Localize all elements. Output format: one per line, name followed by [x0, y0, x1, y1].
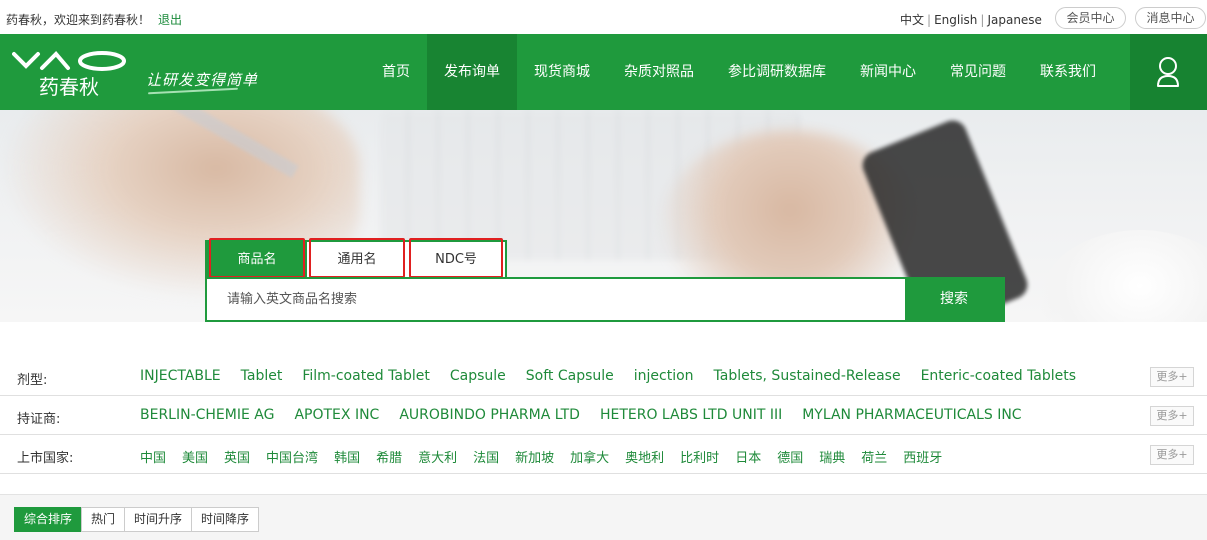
nav-news-center[interactable]: 新闻中心 [843, 34, 933, 110]
logout-link[interactable]: 退出 [158, 11, 182, 28]
filter-option[interactable]: 荷兰 [861, 447, 887, 466]
filter-option[interactable]: 英国 [224, 447, 250, 466]
filter-option[interactable]: 希腊 [376, 447, 402, 466]
main-header: 药春秋 让研发变得简单 首页 发布询单 现货商城 杂质对照品 参比调研数据库 新… [0, 34, 1207, 110]
tab-brand-name[interactable]: 商品名 [207, 238, 307, 278]
message-center-button[interactable]: 消息中心 [1135, 7, 1206, 29]
logo-o-shape [78, 51, 126, 71]
filter-option[interactable]: INJECTABLE [140, 368, 221, 384]
filter-option[interactable]: Enteric-coated Tablets [921, 368, 1076, 384]
filter-option[interactable]: 比利时 [680, 447, 719, 466]
filter-values-holder: BERLIN-CHEMIE AG APOTEX INC AUROBINDO PH… [140, 407, 1042, 423]
search-bar: 搜索 [205, 277, 1005, 322]
filter-label-dosage: 剂型: [17, 373, 48, 388]
sort-options: 综合排序 热门 时间升序 时间降序 [14, 507, 260, 532]
filter-row-holder: 持证商: BERLIN-CHEMIE AG APOTEX INC AUROBIN… [0, 396, 1207, 435]
sort-comprehensive[interactable]: 综合排序 [14, 507, 83, 532]
top-bar: 药春秋，欢迎来到药春秋！ 退出 中文 | English | Japanese 会员中心… [0, 0, 1207, 34]
search-tabs: 商品名 通用名 NDC号 [205, 238, 507, 278]
filter-label-holder: 持证商: [17, 412, 61, 427]
filter-option[interactable]: 西班牙 [903, 447, 942, 466]
filter-option[interactable]: 意大利 [418, 447, 457, 466]
filter-option[interactable]: 奥地利 [625, 447, 664, 466]
lang-divider: | [980, 13, 985, 27]
filter-option[interactable]: 日本 [735, 447, 761, 466]
nav-home[interactable]: 首页 [365, 34, 427, 110]
sort-bar: 综合排序 热门 时间升序 时间降序 [0, 494, 1207, 540]
tab-ndc-number[interactable]: NDC号 [407, 238, 505, 278]
filter-option[interactable]: 新加坡 [515, 447, 554, 466]
filter-option[interactable]: Tablets, Sustained-Release [714, 368, 901, 384]
logo-y-shape [12, 52, 40, 69]
filter-option[interactable]: APOTEX INC [294, 407, 379, 423]
filter-option[interactable]: 瑞典 [819, 447, 845, 466]
filter-option[interactable]: 中国台湾 [266, 447, 318, 466]
main-nav: 首页 发布询单 现货商城 杂质对照品 参比调研数据库 新闻中心 常见问题 联系我… [365, 34, 1113, 110]
more-country-button[interactable]: 更多+ [1150, 445, 1194, 465]
search-button[interactable]: 搜索 [905, 279, 1003, 320]
filter-panel: 剂型: INJECTABLE Tablet Film-coated Tablet… [0, 322, 1207, 475]
logo-a-shape [40, 51, 70, 70]
sort-popular[interactable]: 热门 [81, 507, 126, 532]
nav-reference-database[interactable]: 参比调研数据库 [711, 34, 843, 110]
filter-option[interactable]: Soft Capsule [526, 368, 614, 384]
filter-label-country: 上市国家: [17, 451, 74, 466]
filter-values-country: 中国 美国 英国 中国台湾 韩国 希腊 意大利 法国 新加坡 加拿大 奥地利 比… [140, 447, 958, 466]
filter-option[interactable]: 德国 [777, 447, 803, 466]
tab-generic-name[interactable]: 通用名 [307, 238, 407, 278]
nav-contact-us[interactable]: 联系我们 [1023, 34, 1113, 110]
user-icon [1157, 57, 1179, 87]
sort-time-ascending[interactable]: 时间升序 [124, 507, 193, 532]
nav-faq[interactable]: 常见问题 [933, 34, 1023, 110]
filter-option[interactable]: 中国 [140, 447, 166, 466]
lang-japanese[interactable]: Japanese [987, 13, 1042, 27]
hero-cup-image [1040, 230, 1207, 322]
tab-generic-name-label: 通用名 [337, 252, 377, 267]
filter-option[interactable]: 韩国 [334, 447, 360, 466]
filter-option[interactable]: HETERO LABS LTD UNIT III [600, 407, 782, 423]
filter-option[interactable]: BERLIN-CHEMIE AG [140, 407, 274, 423]
language-switcher: 中文 | English | Japanese [900, 11, 1042, 28]
filter-row-dosage: 剂型: INJECTABLE Tablet Film-coated Tablet… [0, 357, 1207, 396]
filter-option[interactable]: 法国 [473, 447, 499, 466]
slogan-text: 让研发变得简单 [146, 71, 259, 89]
nav-impurity-standards[interactable]: 杂质对照品 [607, 34, 711, 110]
filter-option[interactable]: AUROBINDO PHARMA LTD [399, 407, 580, 423]
yao-logo[interactable]: 药春秋 [12, 50, 128, 98]
search-input[interactable] [207, 279, 905, 320]
filter-option[interactable]: injection [634, 368, 694, 384]
welcome-text: 药春秋，欢迎来到药春秋！ [6, 13, 151, 27]
sort-time-descending[interactable]: 时间降序 [191, 507, 260, 532]
logo-cn-text: 药春秋 [39, 75, 99, 98]
nav-publish-inquiry[interactable]: 发布询单 [427, 34, 517, 110]
filter-values-dosage: INJECTABLE Tablet Film-coated Tablet Cap… [140, 368, 1096, 384]
filter-option[interactable]: MYLAN PHARMACEUTICALS INC [802, 407, 1021, 423]
nav-spot-mall[interactable]: 现货商城 [517, 34, 607, 110]
lang-divider: | [927, 13, 932, 27]
filter-row-country: 上市国家: 中国 美国 英国 中国台湾 韩国 希腊 意大利 法国 新加坡 加拿大… [0, 435, 1207, 474]
filter-option[interactable]: 加拿大 [570, 447, 609, 466]
more-dosage-button[interactable]: 更多+ [1150, 367, 1194, 387]
filter-option[interactable]: Film-coated Tablet [302, 368, 429, 384]
lang-english[interactable]: English [934, 13, 977, 27]
member-center-button[interactable]: 会员中心 [1055, 7, 1126, 29]
tab-ndc-number-label: NDC号 [435, 252, 477, 267]
filter-option[interactable]: Tablet [241, 368, 283, 384]
lang-chinese[interactable]: 中文 [900, 13, 924, 27]
user-account-button[interactable] [1130, 34, 1207, 110]
filter-option[interactable]: 美国 [182, 447, 208, 466]
more-holder-button[interactable]: 更多+ [1150, 406, 1194, 426]
tab-brand-name-label: 商品名 [237, 252, 277, 267]
filter-option[interactable]: Capsule [450, 368, 506, 384]
